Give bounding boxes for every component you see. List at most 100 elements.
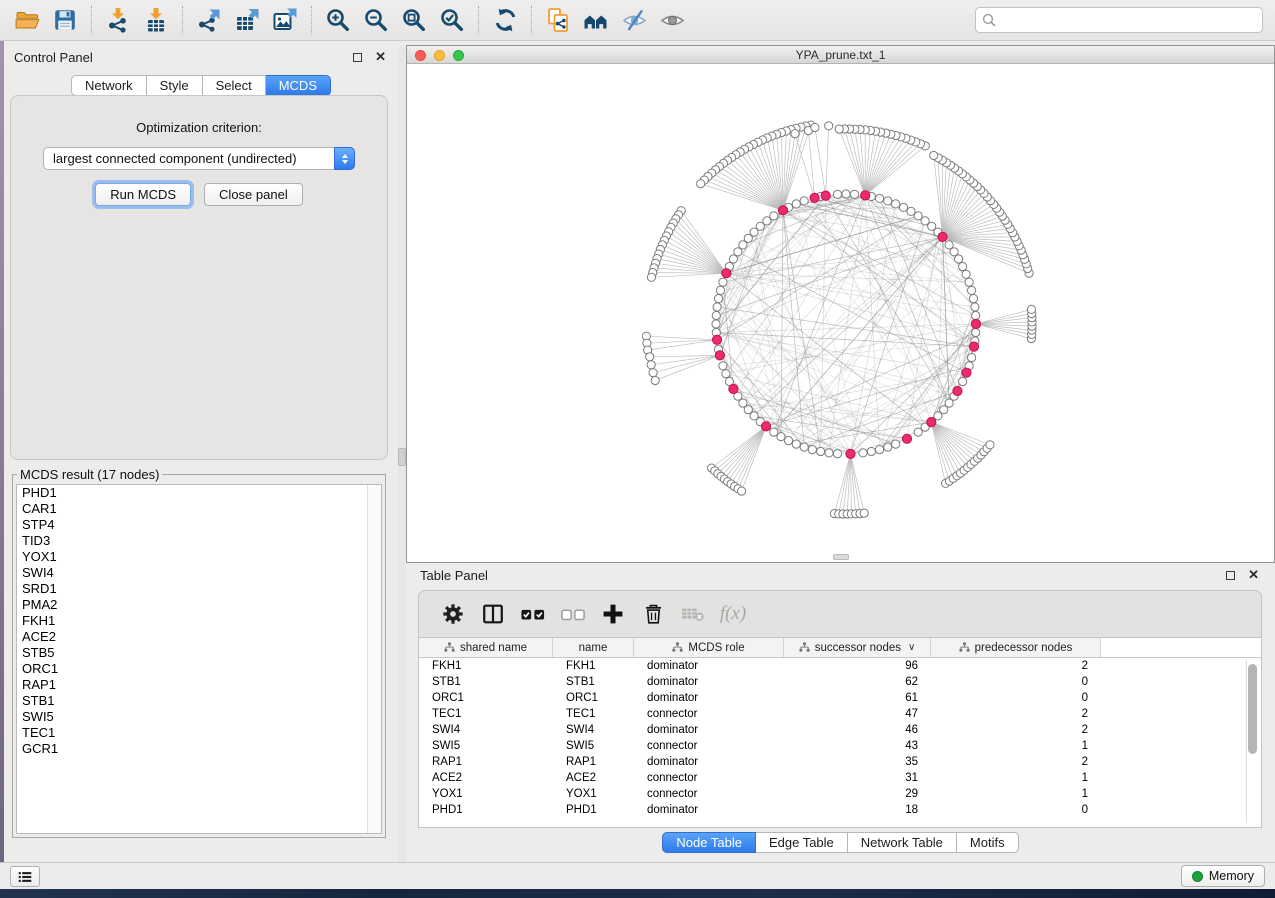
list-item[interactable]: STB5 [17, 645, 381, 661]
cell-predecessor-nodes[interactable]: 2 [931, 660, 1101, 672]
close-window-icon[interactable] [415, 50, 426, 61]
cell-shared-name[interactable]: PHD1 [419, 804, 553, 816]
first-neighbors-button[interactable] [577, 4, 615, 36]
cell-shared-name[interactable]: ORC1 [419, 692, 553, 704]
table-settings-button[interactable] [433, 597, 473, 631]
column-header-mcds-role[interactable]: MCDS role [634, 638, 784, 657]
search-input[interactable] [975, 7, 1263, 33]
add-column-button[interactable] [593, 597, 633, 631]
cell-predecessor-nodes[interactable]: 0 [931, 692, 1101, 704]
cell-name[interactable]: ORC1 [553, 692, 634, 704]
table-row[interactable]: STB1STB1dominator620 [419, 674, 1261, 690]
cell-successor-nodes[interactable]: 35 [784, 756, 931, 768]
cell-shared-name[interactable]: YOX1 [419, 788, 553, 800]
column-header-name[interactable]: name [553, 638, 634, 657]
close-panel-icon[interactable]: ✕ [375, 52, 386, 62]
close-panel-icon[interactable]: ✕ [1248, 570, 1259, 580]
zoom-in-button[interactable] [319, 4, 357, 36]
list-item[interactable]: GCR1 [17, 741, 381, 757]
cell-mcds-role[interactable]: dominator [634, 660, 784, 672]
cell-name[interactable]: SWI4 [553, 724, 634, 736]
tab-mcds[interactable]: MCDS [266, 75, 331, 96]
column-header-predecessor-nodes[interactable]: predecessor nodes [931, 638, 1101, 657]
hide-selected-button[interactable] [615, 4, 653, 36]
cell-name[interactable]: STB1 [553, 676, 634, 688]
list-item[interactable]: PHD1 [17, 485, 381, 501]
list-item[interactable]: STP4 [17, 517, 381, 533]
tab-node-table[interactable]: Node Table [662, 832, 756, 853]
vertical-splitter[interactable] [398, 45, 406, 862]
zoom-fit-button[interactable] [395, 4, 433, 36]
list-item[interactable]: SWI4 [17, 565, 381, 581]
cell-name[interactable]: FKH1 [553, 660, 634, 672]
float-panel-icon[interactable] [353, 53, 362, 62]
list-item[interactable]: STB1 [17, 693, 381, 709]
cell-mcds-role[interactable]: dominator [634, 756, 784, 768]
list-item[interactable]: YOX1 [17, 549, 381, 565]
zoom-out-button[interactable] [357, 4, 395, 36]
cell-mcds-role[interactable]: dominator [634, 804, 784, 816]
cell-mcds-role[interactable]: connector [634, 708, 784, 720]
table-row[interactable]: ACE2ACE2connector311 [419, 770, 1261, 786]
sort-indicator-icon[interactable]: ∨ [908, 642, 915, 653]
list-item[interactable]: ORC1 [17, 661, 381, 677]
cell-predecessor-nodes[interactable]: 2 [931, 756, 1101, 768]
table-row[interactable]: ORC1ORC1dominator610 [419, 690, 1261, 706]
tab-network-table[interactable]: Network Table [848, 832, 957, 853]
list-item[interactable]: ACE2 [17, 629, 381, 645]
maximize-window-icon[interactable] [453, 50, 464, 61]
cell-successor-nodes[interactable]: 47 [784, 708, 931, 720]
cell-successor-nodes[interactable]: 31 [784, 772, 931, 784]
cell-predecessor-nodes[interactable]: 0 [931, 804, 1101, 816]
minimize-window-icon[interactable] [434, 50, 445, 61]
cell-predecessor-nodes[interactable]: 1 [931, 740, 1101, 752]
cell-shared-name[interactable]: ACE2 [419, 772, 553, 784]
cell-predecessor-nodes[interactable]: 0 [931, 676, 1101, 688]
list-item[interactable]: TEC1 [17, 725, 381, 741]
cell-name[interactable]: PHD1 [553, 804, 634, 816]
float-panel-icon[interactable] [1226, 571, 1235, 580]
column-header-shared-name[interactable]: shared name [419, 638, 553, 657]
cell-predecessor-nodes[interactable]: 2 [931, 724, 1101, 736]
cell-shared-name[interactable]: SWI4 [419, 724, 553, 736]
list-item[interactable]: SWI5 [17, 709, 381, 725]
list-item[interactable]: TID3 [17, 533, 381, 549]
table-row[interactable]: FKH1FKH1dominator962 [419, 658, 1261, 674]
function-builder-button[interactable]: f(x) [713, 597, 753, 631]
cell-shared-name[interactable]: FKH1 [419, 660, 553, 672]
cell-mcds-role[interactable]: dominator [634, 676, 784, 688]
network-window-titlebar[interactable]: YPA_prune.txt_1 [407, 46, 1274, 64]
list-item[interactable]: SRD1 [17, 581, 381, 597]
cell-name[interactable]: YOX1 [553, 788, 634, 800]
cell-shared-name[interactable]: RAP1 [419, 756, 553, 768]
cell-shared-name[interactable]: TEC1 [419, 708, 553, 720]
list-item[interactable]: PMA2 [17, 597, 381, 613]
table-row[interactable]: PHD1PHD1dominator180 [419, 802, 1261, 818]
run-mcds-button[interactable]: Run MCDS [95, 183, 191, 206]
scrollbar-thumb[interactable] [1248, 664, 1257, 754]
cell-name[interactable]: ACE2 [553, 772, 634, 784]
cell-mcds-role[interactable]: connector [634, 788, 784, 800]
table-row[interactable]: SWI5SWI5connector431 [419, 738, 1261, 754]
list-item[interactable]: CAR1 [17, 501, 381, 517]
tab-edge-table[interactable]: Edge Table [756, 832, 848, 853]
cell-shared-name[interactable]: STB1 [419, 676, 553, 688]
save-session-button[interactable] [46, 4, 84, 36]
table-row[interactable]: TEC1TEC1connector472 [419, 706, 1261, 722]
cell-name[interactable]: SWI5 [553, 740, 634, 752]
cell-successor-nodes[interactable]: 96 [784, 660, 931, 672]
list-scrollbar[interactable] [367, 485, 381, 833]
column-header-successor-nodes[interactable]: successor nodes ∨ [784, 638, 931, 657]
cell-successor-nodes[interactable]: 61 [784, 692, 931, 704]
zoom-selected-button[interactable] [433, 4, 471, 36]
cell-successor-nodes[interactable]: 29 [784, 788, 931, 800]
cell-successor-nodes[interactable]: 43 [784, 740, 931, 752]
cell-successor-nodes[interactable]: 18 [784, 804, 931, 816]
cell-name[interactable]: TEC1 [553, 708, 634, 720]
cell-successor-nodes[interactable]: 46 [784, 724, 931, 736]
table-row[interactable]: YOX1YOX1connector291 [419, 786, 1261, 802]
import-network-button[interactable] [99, 4, 137, 36]
show-console-button[interactable] [10, 866, 40, 887]
select-all-check-button[interactable] [513, 597, 553, 631]
cell-mcds-role[interactable]: dominator [634, 724, 784, 736]
